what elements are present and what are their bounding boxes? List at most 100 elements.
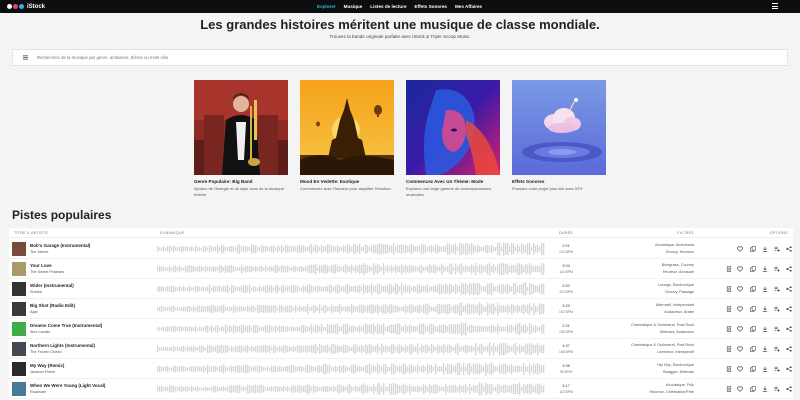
nav-listes-de-lecture[interactable]: Listes de lecture: [366, 0, 410, 13]
filter-list-icon[interactable]: [13, 50, 37, 65]
heart-icon[interactable]: [736, 385, 744, 393]
feature-card-effets-sonores[interactable]: Effets Sonores Poussez votre projet plus…: [512, 80, 606, 192]
download-icon[interactable]: [761, 285, 769, 293]
playlist-add-icon[interactable]: [773, 345, 781, 353]
track-artist[interactable]: Agst: [30, 310, 38, 314]
feature-card-exotique[interactable]: Mood En Vedette: Exotique Commencez avec…: [300, 80, 394, 192]
download-icon[interactable]: [761, 365, 769, 373]
lyrics-icon[interactable]: [725, 365, 733, 373]
playlist-add-icon[interactable]: [773, 365, 781, 373]
header-title-artist[interactable]: TITRE & ARTISTE: [14, 231, 48, 235]
share-icon[interactable]: [785, 345, 793, 353]
track-artist[interactable]: Alex Lander: [30, 330, 50, 334]
track-thumbnail[interactable]: [12, 342, 26, 356]
nav-effets-sonores[interactable]: Effets Sonores: [411, 0, 451, 13]
heart-icon[interactable]: [736, 325, 744, 333]
track-filter-genre[interactable]: Cinématique & Orchestral, Post Rock: [631, 343, 694, 347]
track-thumbnail[interactable]: [12, 262, 26, 276]
copy-icon[interactable]: [749, 305, 757, 313]
heart-icon[interactable]: [736, 285, 744, 293]
track-waveform[interactable]: [157, 321, 545, 337]
track-filter-mood[interactable]: Lumineux, Introspectif: [657, 350, 694, 354]
track-title[interactable]: Big Shot (Radio Edit): [30, 303, 75, 308]
copy-icon[interactable]: [749, 325, 757, 333]
track-artist[interactable]: The Frozen Ocean: [30, 350, 62, 354]
feature-card-mode[interactable]: Commencez Avec Un Thème: Mode Explorez u…: [406, 80, 500, 197]
heart-icon[interactable]: [736, 365, 744, 373]
track-artist[interactable]: Roadside: [30, 390, 46, 394]
track-title[interactable]: My Way (Remix): [30, 363, 64, 368]
share-icon[interactable]: [785, 285, 793, 293]
track-row[interactable]: Bob's Garage (Instrumental) Tim James 2:01…: [9, 239, 793, 259]
feature-card-big-band[interactable]: Genre Populaire: Big Band Ajoutez de l'é…: [194, 80, 288, 197]
lyrics-icon[interactable]: [725, 305, 733, 313]
track-filter-genre[interactable]: Alternatif, Indépendant: [656, 303, 694, 307]
track-thumbnail[interactable]: [12, 322, 26, 336]
track-row[interactable]: Big Shot (Radio Edit) Agst 3:29 102 BPM Alte…: [9, 299, 793, 319]
heart-icon[interactable]: [736, 345, 744, 353]
track-artist[interactable]: Sharks: [30, 290, 42, 294]
playlist-add-icon[interactable]: [773, 385, 781, 393]
download-icon[interactable]: [761, 305, 769, 313]
track-row[interactable]: My Way (Remix) Jackson Fisher 3:36 96 BPM Hi…: [9, 359, 793, 379]
copy-icon[interactable]: [749, 385, 757, 393]
track-waveform[interactable]: [157, 341, 545, 357]
track-title[interactable]: Your Love: [30, 263, 52, 268]
track-row[interactable]: When We Were Young (Light Vocal) Roadside…: [9, 379, 793, 399]
download-icon[interactable]: [761, 345, 769, 353]
track-filter-genre[interactable]: Lounge, Electronique: [658, 283, 694, 287]
lyrics-icon[interactable]: [725, 385, 733, 393]
share-icon[interactable]: [785, 325, 793, 333]
track-thumbnail[interactable]: [12, 362, 26, 376]
track-filter-mood[interactable]: Audacieux, Arabe: [664, 310, 694, 314]
istock-logo[interactable]: iStock: [7, 2, 45, 11]
track-artist[interactable]: Tim James: [30, 250, 48, 254]
nav-mes-affaires[interactable]: Mes Affaires: [451, 0, 486, 13]
track-filter-mood[interactable]: Swagger, Détendu: [663, 370, 694, 374]
track-title[interactable]: Dreams Come True (Instrumental): [30, 323, 102, 328]
track-filter-mood[interactable]: Heureux, Amusant: [663, 270, 694, 274]
heart-icon[interactable]: [736, 245, 744, 253]
download-icon[interactable]: [761, 265, 769, 273]
track-waveform[interactable]: [157, 241, 545, 257]
download-icon[interactable]: [761, 325, 769, 333]
copy-icon[interactable]: [749, 365, 757, 373]
playlist-add-icon[interactable]: [773, 305, 781, 313]
download-icon[interactable]: [761, 245, 769, 253]
track-row[interactable]: Northern Lights (Instrumental) The Frozen…: [9, 339, 793, 359]
copy-icon[interactable]: [749, 245, 757, 253]
download-icon[interactable]: [761, 385, 769, 393]
heart-icon[interactable]: [736, 305, 744, 313]
header-duration[interactable]: DURÉE: [551, 231, 581, 235]
lyrics-icon[interactable]: [725, 325, 733, 333]
track-filter-genre[interactable]: Bluegrass, Country: [662, 263, 694, 267]
track-thumbnail[interactable]: [12, 302, 26, 316]
hamburger-icon[interactable]: [772, 3, 778, 9]
track-thumbnail[interactable]: [12, 242, 26, 256]
heart-icon[interactable]: [736, 265, 744, 273]
track-waveform[interactable]: [157, 301, 545, 317]
track-title[interactable]: Wider (Instrumental): [30, 283, 74, 288]
share-icon[interactable]: [785, 305, 793, 313]
track-filter-mood[interactable]: Motivant, Audacieux: [660, 330, 694, 334]
track-row[interactable]: Your Love The Sweet Potatoes 3:04 116 BPM Bl…: [9, 259, 793, 279]
copy-icon[interactable]: [749, 265, 757, 273]
lyrics-icon[interactable]: [725, 285, 733, 293]
share-icon[interactable]: [785, 385, 793, 393]
track-filter-genre[interactable]: Acoustique, Americana: [655, 243, 694, 247]
copy-icon[interactable]: [749, 345, 757, 353]
track-filter-genre[interactable]: Cinématique & Orchestral, Post Rock: [631, 323, 694, 327]
share-icon[interactable]: [785, 365, 793, 373]
share-icon[interactable]: [785, 265, 793, 273]
track-waveform[interactable]: [157, 261, 545, 277]
playlist-add-icon[interactable]: [773, 265, 781, 273]
track-filter-genre[interactable]: Acoustique, Folk: [666, 383, 694, 387]
lyrics-icon[interactable]: [725, 265, 733, 273]
track-title[interactable]: When We Were Young (Light Vocal): [30, 383, 105, 388]
track-title[interactable]: Northern Lights (Instrumental): [30, 343, 95, 348]
track-waveform[interactable]: [157, 381, 545, 397]
lyrics-icon[interactable]: [725, 345, 733, 353]
track-filter-mood[interactable]: Groovy, Heureux: [666, 250, 694, 254]
search-input[interactable]: [37, 55, 337, 60]
track-title[interactable]: Bob's Garage (Instrumental): [30, 243, 90, 248]
